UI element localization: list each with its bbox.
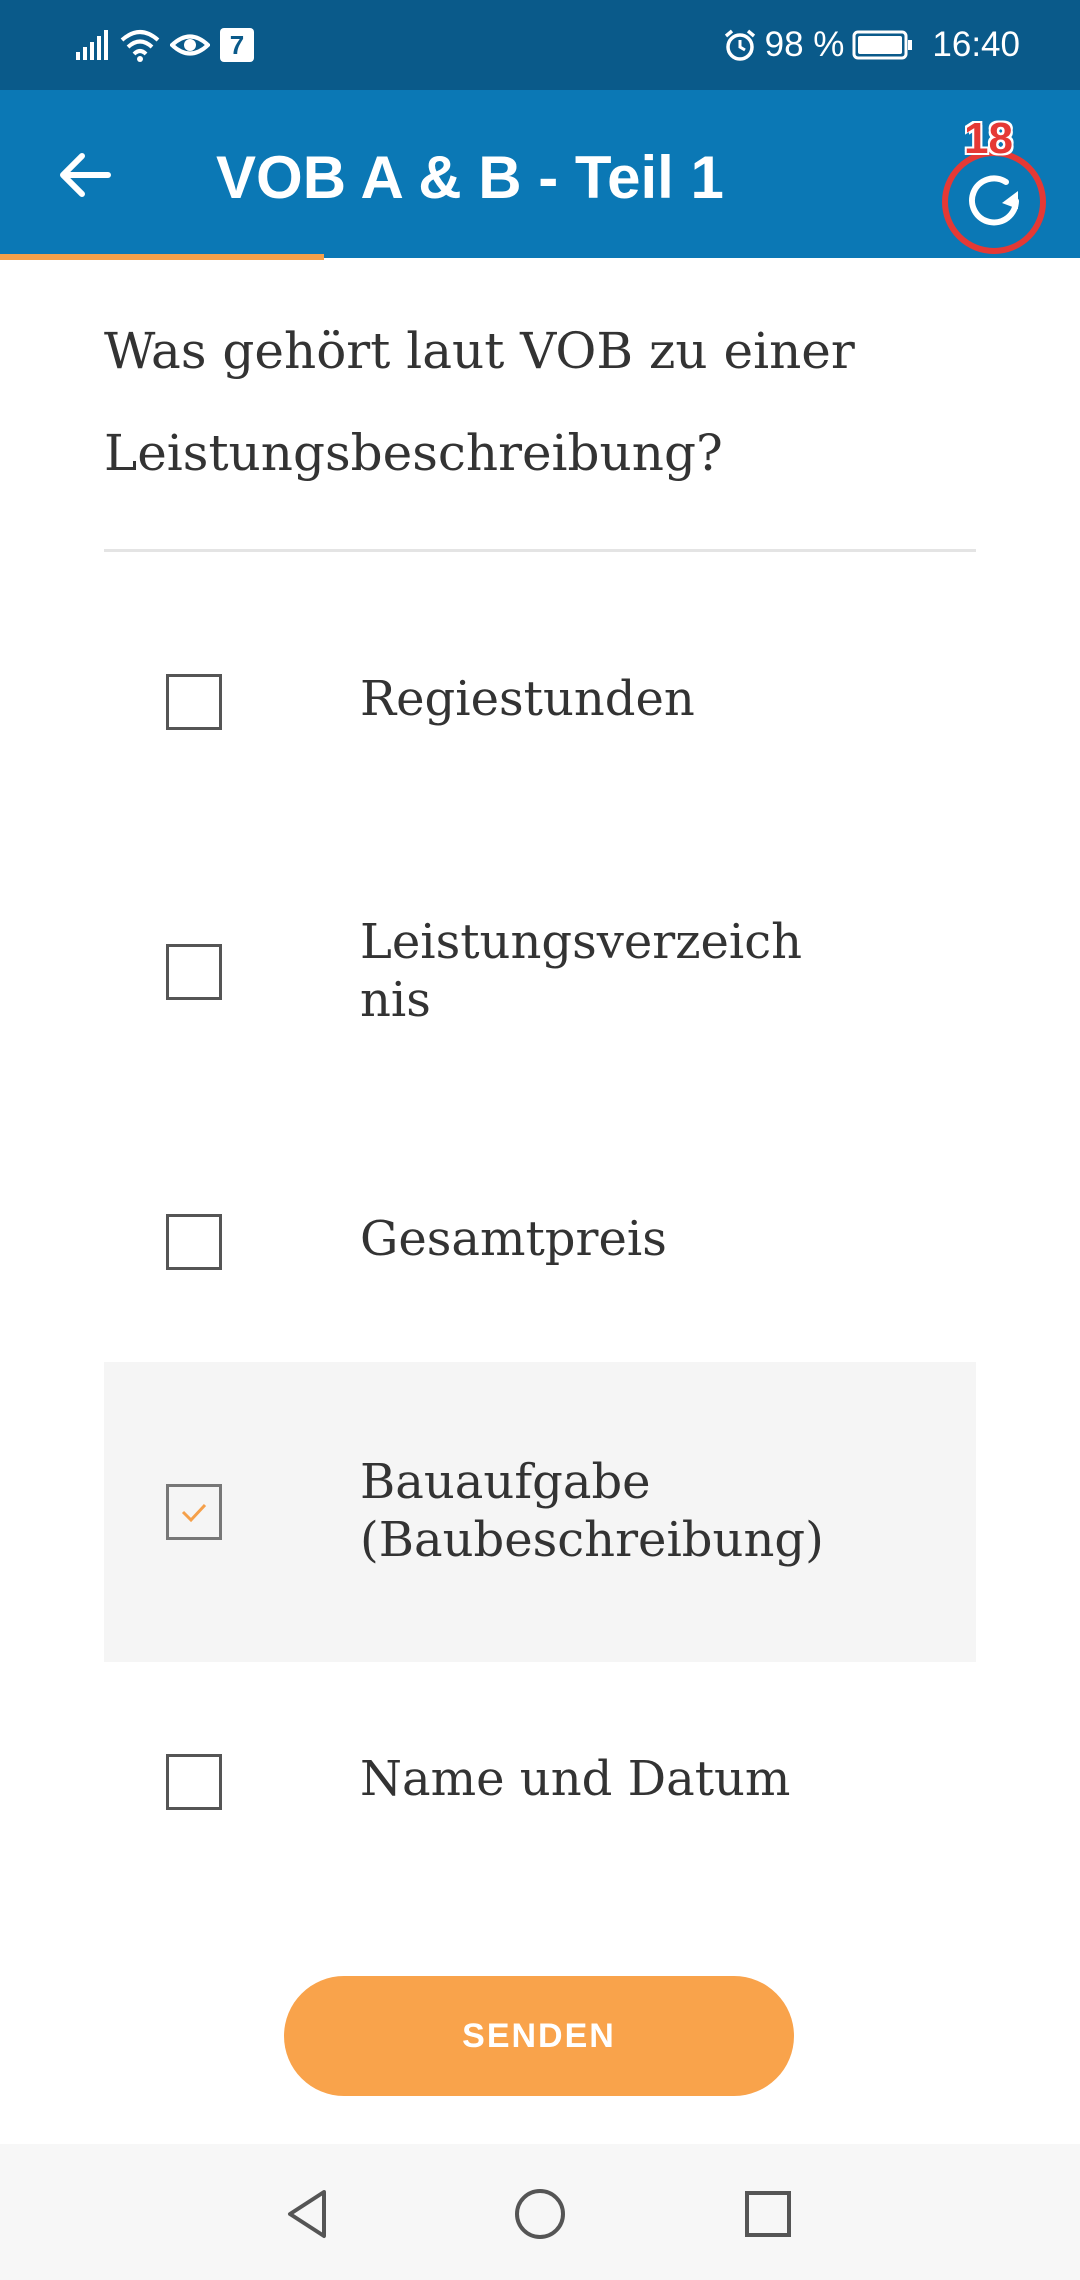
app-bar: VOB A & B - Teil 1 18 (0, 90, 1080, 258)
answer-option[interactable]: Name und Datum (104, 1632, 976, 1932)
checkbox-checked[interactable] (166, 1484, 222, 1540)
refresh-icon (969, 175, 1019, 226)
checkbox[interactable] (166, 1754, 222, 1810)
progress-fill (0, 254, 324, 260)
app-title: VOB A & B - Teil 1 (216, 144, 724, 211)
alarm-icon (724, 29, 755, 61)
send-button[interactable]: SENDEN (284, 1976, 794, 2096)
home-circle-icon[interactable] (510, 2184, 570, 2244)
clock: 16:40 (932, 25, 1020, 64)
answer-option[interactable]: Regiestunden (104, 552, 976, 852)
checkbox[interactable] (166, 674, 222, 730)
recents-square-icon[interactable] (738, 2184, 798, 2244)
system-nav-bar (0, 2144, 1080, 2280)
status-left: 7 (76, 22, 254, 68)
status-bar: 7 98 % 16:40 (0, 0, 1080, 90)
progress-bar (0, 254, 1080, 260)
answer-option[interactable]: Leistungsverzeich nis (104, 822, 976, 1122)
checkbox[interactable] (166, 944, 222, 1000)
back-triangle-icon[interactable] (278, 2184, 338, 2244)
answer-option-label: Gesamtpreis (360, 1211, 667, 1267)
battery-percent: 98 % (764, 25, 845, 64)
refresh-count-badge: 18 (964, 114, 1013, 163)
answer-option-label: Name und Datum (360, 1751, 791, 1807)
refresh-button[interactable]: 18 (938, 114, 1048, 254)
calendar-icon: 7 (220, 28, 254, 62)
back-button[interactable] (50, 140, 120, 210)
answer-option-label: Bauaufgabe (Baubeschreibung) (360, 1454, 824, 1568)
answer-option[interactable]: Gesamtpreis (104, 1092, 976, 1392)
signal-icon (76, 30, 108, 60)
answer-option-label: Regiestunden (360, 671, 695, 727)
question-text: Was gehört laut VOB zu einer Leistungsbe… (104, 322, 855, 482)
arrow-left-icon (60, 153, 111, 197)
battery-icon (852, 30, 913, 60)
checkmark-icon (181, 1503, 207, 1523)
checkbox[interactable] (166, 1214, 222, 1270)
calendar-day: 7 (229, 29, 245, 60)
answer-option-selected[interactable]: Bauaufgabe (Baubeschreibung) (104, 1362, 976, 1662)
answer-option-label: Leistungsverzeich nis (360, 914, 803, 1028)
status-right: 98 % 16:40 (723, 22, 1020, 68)
wifi-icon (120, 30, 160, 62)
eye-icon (170, 34, 210, 56)
